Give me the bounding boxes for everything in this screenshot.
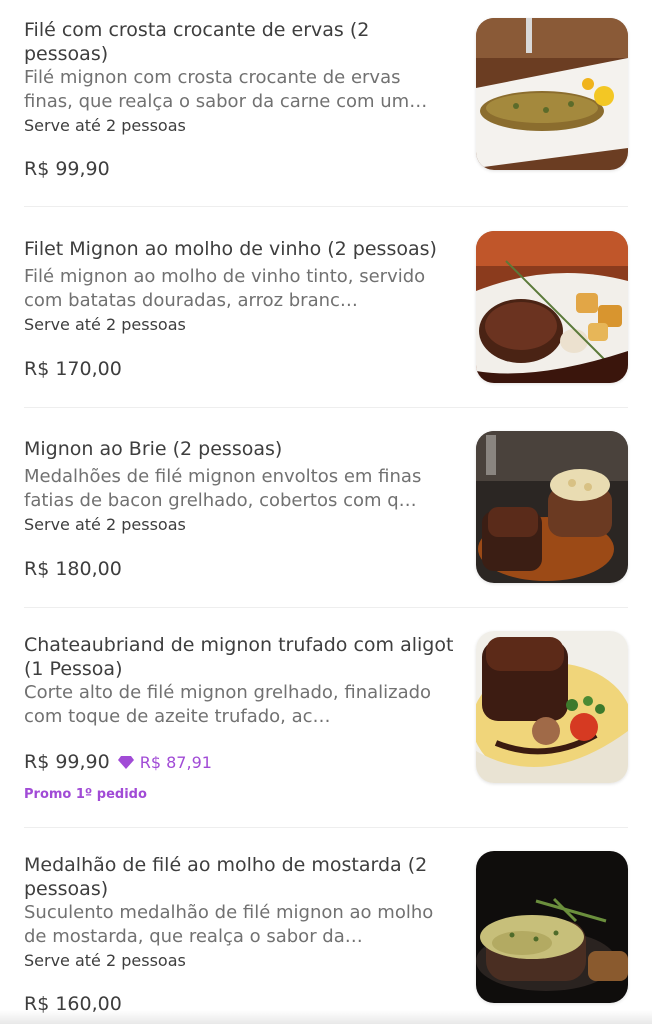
medallion-mustard-photo: [476, 851, 628, 1003]
item-description: Filé mignon ao molho de vinho tinto, ser…: [24, 266, 426, 311]
item-description: Corte alto de filé mignon grelhado, fina…: [24, 682, 432, 727]
item-serves: Serve até 2 pessoas: [24, 951, 186, 970]
steak-wine-sauce-photo: [476, 231, 628, 383]
item-title: Filet Mignon ao molho de vinho (2 pessoa…: [24, 238, 437, 260]
item-description: Suculento medalhão de filé mignon ao mol…: [24, 902, 434, 947]
menu-item[interactable]: Chateaubriand de mignon trufado com alig…: [0, 607, 652, 828]
item-price: R$ 170,00: [24, 358, 122, 380]
mignon-brie-photo: [476, 431, 628, 583]
diamond-icon: [117, 756, 134, 769]
menu-item[interactable]: Medalhão de filé ao molho de mostarda (2…: [0, 827, 652, 1024]
item-serves: Serve até 2 pessoas: [24, 515, 186, 534]
item-title: Chateaubriand de mignon trufado com alig…: [24, 634, 454, 680]
item-price: R$ 99,90: [24, 751, 110, 773]
menu-item[interactable]: Filet Mignon ao molho de vinho (2 pessoa…: [0, 207, 652, 408]
herb-crusted-steak-photo: [476, 18, 628, 170]
bottom-shadow: [0, 1010, 652, 1024]
item-price: R$ 180,00: [24, 558, 122, 580]
item-description: Medalhões de filé mignon envoltos em fin…: [24, 466, 422, 511]
menu-item[interactable]: Mignon ao Brie (2 pessoas) Medalhões de …: [0, 407, 652, 608]
item-title: Mignon ao Brie (2 pessoas): [24, 438, 283, 460]
item-title: Filé com crosta crocante de ervas (2 pes…: [24, 19, 370, 65]
item-price: R$ 99,90: [24, 158, 110, 180]
item-title: Medalhão de filé ao molho de mostarda (2…: [24, 854, 428, 900]
item-description: Filé mignon com crosta crocante de ervas…: [24, 67, 428, 112]
chateaubriand-aligot-photo: [476, 631, 628, 783]
item-serves: Serve até 2 pessoas: [24, 116, 186, 135]
promo-price: R$ 87,91: [139, 752, 212, 772]
menu-item[interactable]: Filé com crosta crocante de ervas (2 pes…: [0, 0, 652, 207]
item-serves: Serve até 2 pessoas: [24, 315, 186, 334]
promo-label: Promo 1º pedido: [24, 787, 147, 802]
